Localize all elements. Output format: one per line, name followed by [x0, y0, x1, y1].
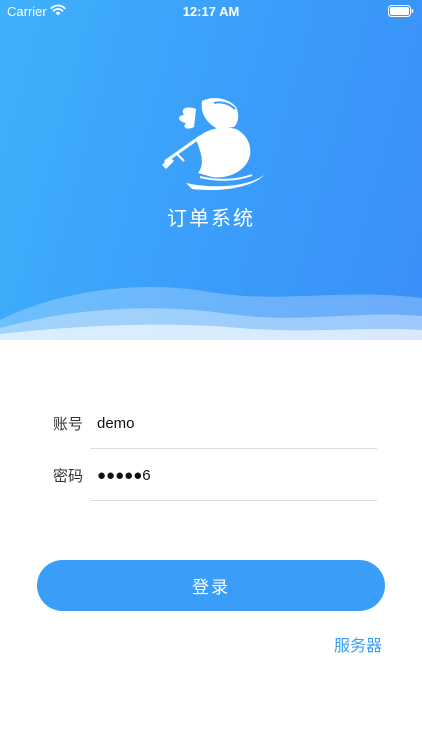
account-divider [90, 448, 377, 449]
header-banner: Carrier 12:17 AM 订单系统 [0, 0, 422, 340]
server-link[interactable]: 服务器 [334, 632, 382, 656]
password-row: 密码 [0, 452, 422, 502]
battery-icon [388, 5, 414, 21]
password-input[interactable] [97, 460, 375, 490]
app-title: 订单系统 [167, 206, 255, 230]
status-time: 12:17 AM [182, 4, 240, 19]
password-label: 密码 [53, 467, 84, 485]
account-input[interactable] [97, 408, 375, 438]
status-bar: Carrier 12:17 AM [0, 0, 422, 24]
login-button[interactable]: 登录 [37, 560, 385, 611]
account-row: 账号 [0, 400, 422, 450]
wave-decoration [0, 287, 422, 340]
account-label: 账号 [53, 415, 84, 433]
ninja-logo-icon [156, 95, 268, 199]
password-divider [90, 500, 377, 501]
